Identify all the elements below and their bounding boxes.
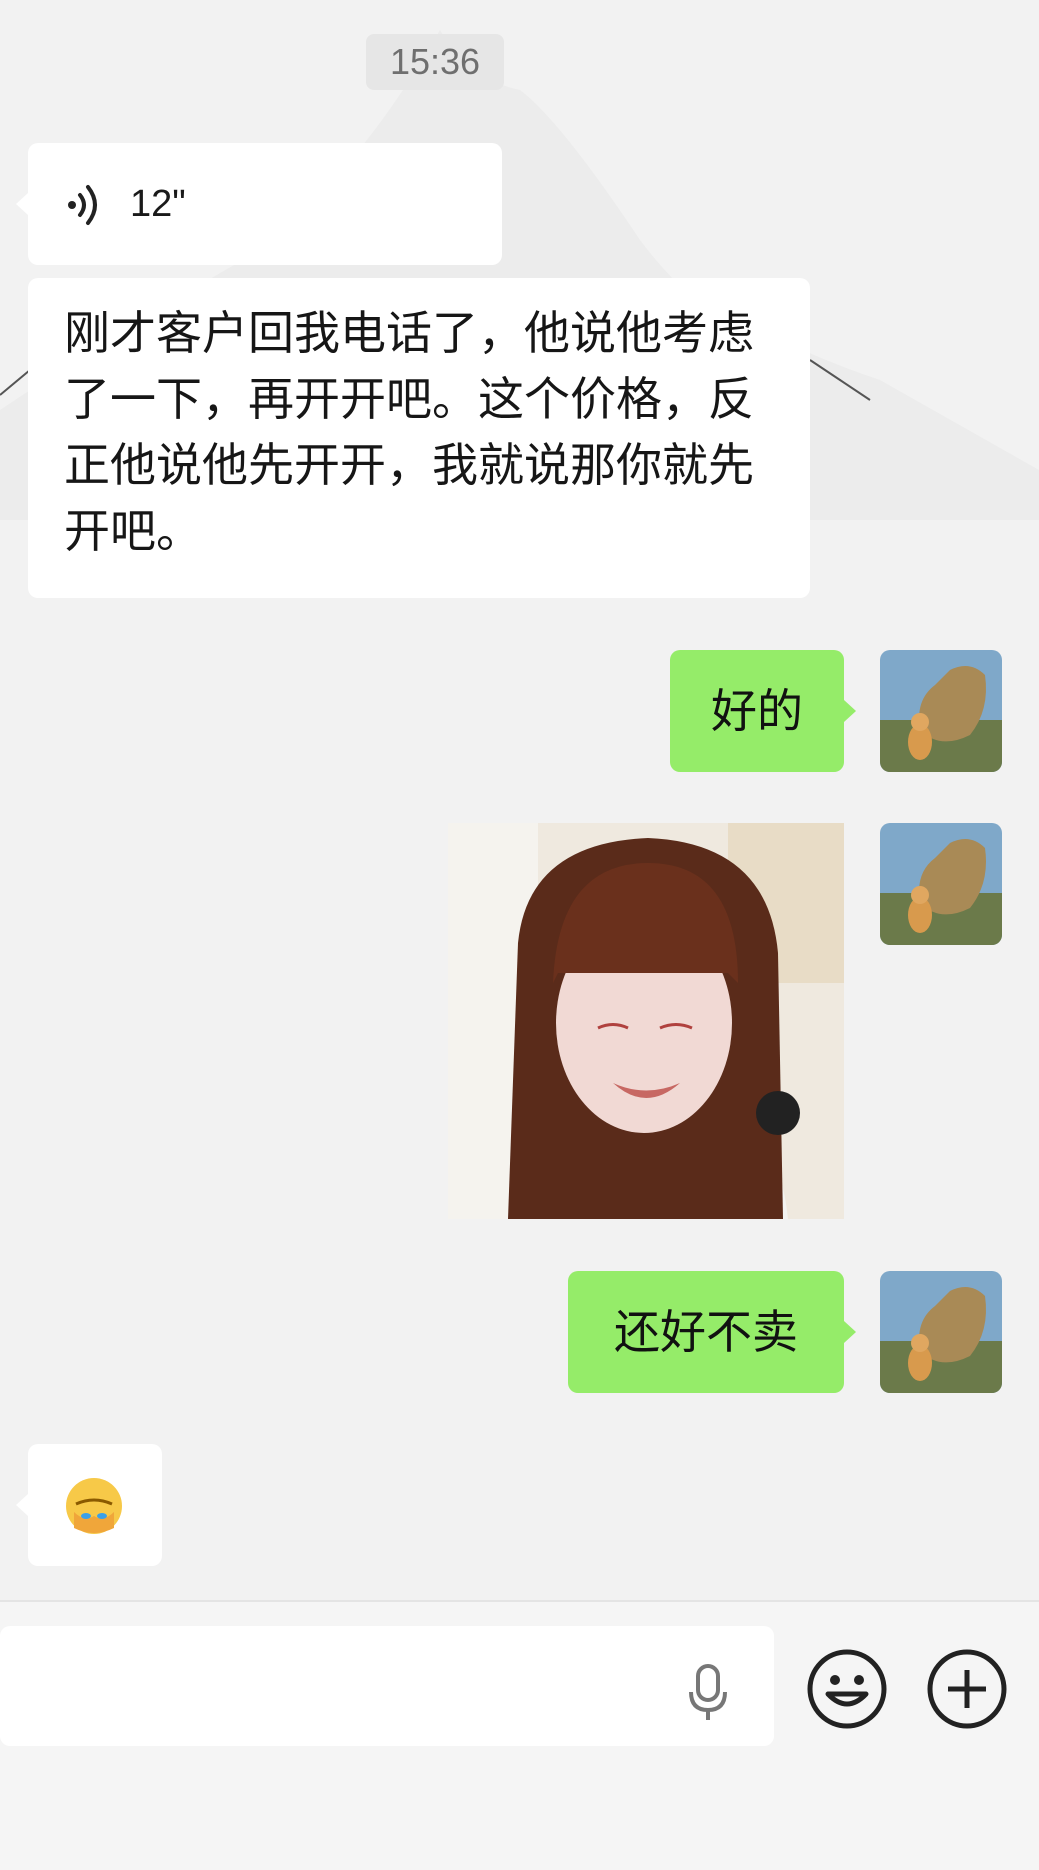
incoming-text-bubble[interactable]: 刚才客户回我电话了，他说他考虑了一下，再开开吧。这个价格，反正他说他先开开，我就… (28, 278, 810, 598)
outgoing-text: 还好不卖 (614, 1305, 798, 1359)
voice-duration: 12" (130, 183, 186, 225)
avatar-image (880, 650, 1002, 772)
composer-bar (0, 1600, 1039, 1870)
incoming-text: 刚才客户回我电话了，他说他考虑了一下，再开开吧。这个价格，反正他说他先开开，我就… (64, 306, 754, 558)
voice-icon (68, 185, 97, 225)
avatar[interactable] (880, 823, 1002, 945)
bubble-tail (16, 1494, 28, 1516)
bubble-tail (844, 700, 856, 722)
plus-icon[interactable] (926, 1648, 1008, 1730)
chat-screen: 15:36 12" 刚才客户回我电话了，他说他考虑了一下，再开开吧。这个价格，反… (0, 0, 1039, 1870)
microphone-icon[interactable] (685, 1662, 731, 1722)
facepalm-emoji (66, 1478, 122, 1534)
avatar-image (880, 1271, 1002, 1393)
emoji-icon[interactable] (806, 1648, 888, 1730)
avatar[interactable] (880, 650, 1002, 772)
image-message[interactable] (448, 823, 844, 1219)
avatar[interactable] (880, 1271, 1002, 1393)
outgoing-message-bubble[interactable]: 好的 (670, 650, 856, 772)
outgoing-message-bubble[interactable]: 还好不卖 (568, 1271, 856, 1393)
avatar-image (880, 823, 1002, 945)
message-input-box[interactable] (0, 1626, 774, 1746)
message-input[interactable] (20, 1656, 664, 1718)
timestamp-chip: 15:36 (366, 34, 504, 90)
person-photo (448, 823, 844, 1219)
bubble-tail (844, 1321, 856, 1343)
outgoing-text: 好的 (711, 684, 803, 738)
incoming-emoji-bubble[interactable] (16, 1444, 162, 1566)
voice-message-bubble[interactable]: 12" (16, 143, 502, 265)
bubble-tail (16, 193, 28, 215)
